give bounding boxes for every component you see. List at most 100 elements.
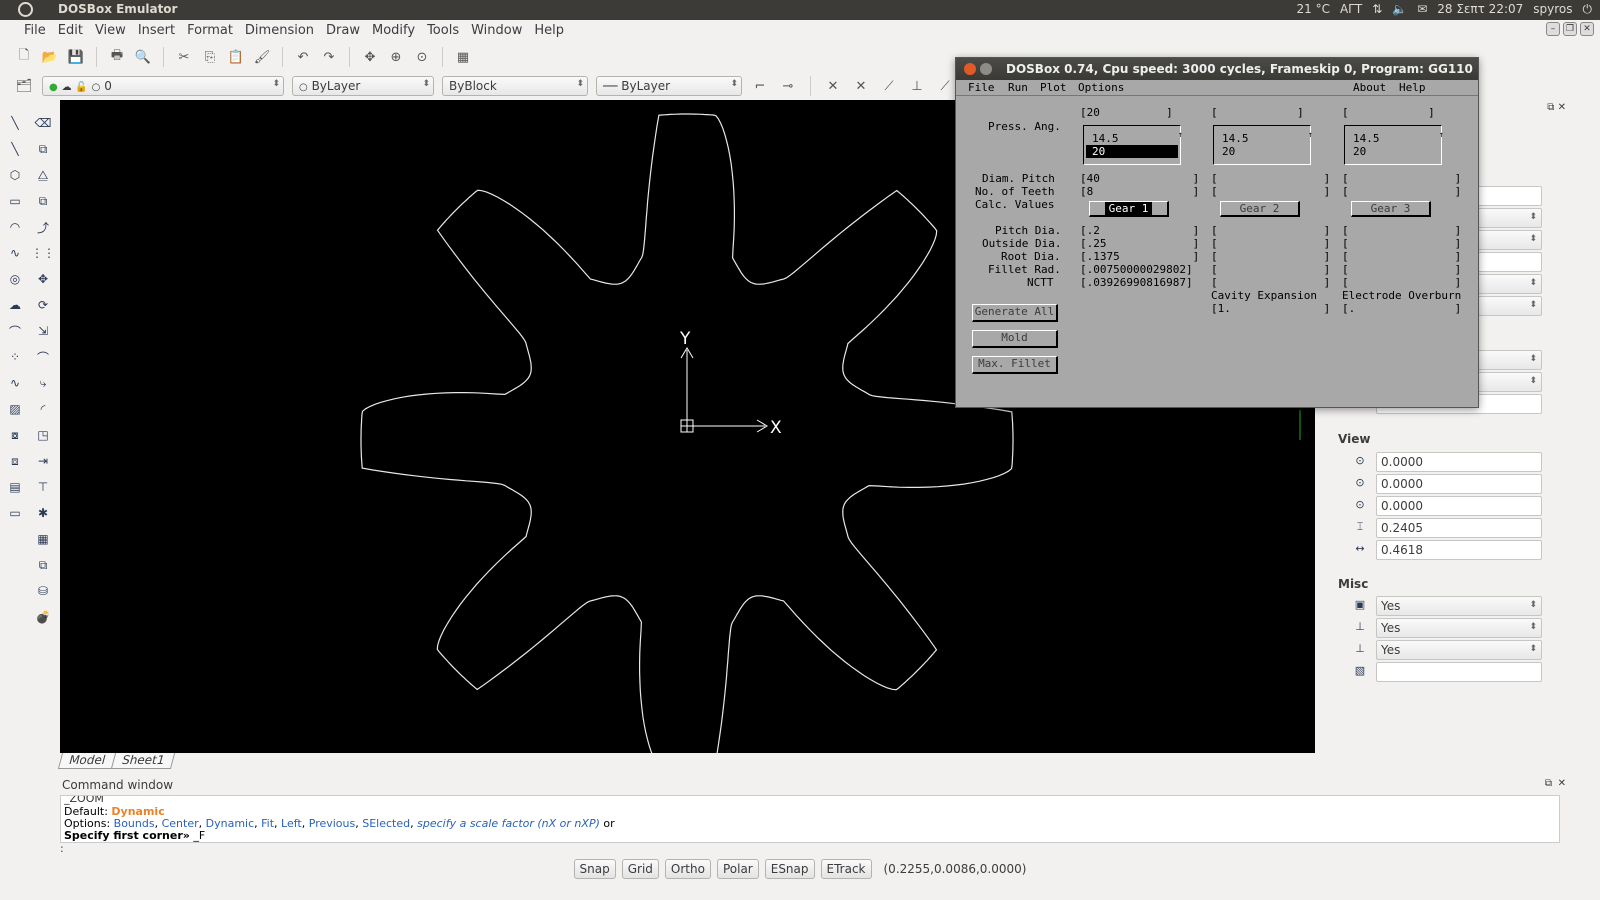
view-center-y-field[interactable]: 0.0000 [1376, 474, 1542, 494]
menu-dimension[interactable]: Dimension [239, 20, 320, 42]
option-previous-link[interactable]: Previous [309, 817, 356, 830]
gear2-nctt-field[interactable]: [ ] [1211, 276, 1330, 289]
gear1-teeth-field[interactable]: [8 ] [1080, 185, 1199, 198]
view-height-field[interactable]: 0.2405 [1376, 518, 1542, 538]
spline-tool-icon[interactable]: ∿ [6, 244, 24, 262]
gear3-pitch-dia-field[interactable]: [ ] [1342, 224, 1461, 237]
menu-window[interactable]: Window [465, 20, 528, 42]
array-path-tool-icon[interactable]: ⤴ [34, 218, 52, 236]
gear3-angle-list[interactable]: 14.5 20 ↑ [1344, 125, 1444, 165]
match-properties-icon[interactable]: 🖌 [252, 47, 272, 67]
gear1-root-dia-field[interactable]: [.1375 ] [1080, 250, 1199, 263]
gear2-fillet-rad-field[interactable]: [ ] [1211, 263, 1330, 276]
menu-insert[interactable]: Insert [132, 20, 181, 42]
snap-perpendicular-icon[interactable]: ⊥ [907, 76, 927, 96]
properties-tool-icon[interactable]: ⧉ [34, 556, 52, 574]
menu-edit[interactable]: Edit [52, 20, 89, 42]
snap-endpoint-icon[interactable]: ⌐ [750, 76, 770, 96]
arc-tool-icon[interactable]: ◠ [6, 218, 24, 236]
mold-button[interactable]: Mold [972, 330, 1058, 348]
stretch-tool-icon[interactable]: ⌒ [34, 348, 52, 366]
clock-text[interactable]: 28 Σεπτ 22:07 [1437, 2, 1523, 17]
chamfer-tool-icon[interactable]: ◳ [34, 426, 52, 444]
gear3-scroll-icon[interactable]: ↑ [1439, 130, 1444, 139]
mtext-tool-icon[interactable]: ▭ [6, 504, 24, 522]
network-icon[interactable]: ⇅ [1372, 2, 1382, 17]
new-file-icon[interactable]: 🗋 [14, 47, 34, 67]
gear2-angle-option-2[interactable]: 20 [1222, 145, 1235, 158]
lineweight-combo[interactable]: ── ByLayer [596, 76, 742, 96]
explode-tool-icon[interactable]: ✱ [34, 504, 52, 522]
circle-tool-icon[interactable]: ◎ [6, 270, 24, 288]
ubuntu-logo-icon[interactable] [18, 2, 33, 17]
polar-toggle[interactable]: Polar [716, 859, 759, 879]
paste-icon[interactable]: 📋 [226, 47, 246, 67]
gear2-press-ang-field[interactable]: [ ] [1211, 106, 1304, 119]
menu-modify[interactable]: Modify [366, 20, 421, 42]
zoom-realtime-icon[interactable]: ⊕ [386, 47, 406, 67]
gear1-pitch-dia-field[interactable]: [.2 ] [1080, 224, 1199, 237]
dos-menu-options[interactable]: Options [1078, 81, 1124, 94]
gear1-button[interactable]: Gear 1 [1089, 201, 1169, 217]
gear3-press-ang-field[interactable]: [ ] [1342, 106, 1435, 119]
gear1-fillet-rad-field[interactable]: [.00750000029802] [1080, 263, 1193, 276]
dos-menu-about[interactable]: About [1353, 81, 1386, 94]
gear3-outside-dia-field[interactable]: [ ] [1342, 237, 1461, 250]
print-preview-icon[interactable]: 🔍 [133, 47, 153, 67]
draworder-tool-icon[interactable]: ▦ [34, 530, 52, 548]
tab-sheet1[interactable]: Sheet1 [110, 753, 176, 769]
gear1-scroll-icon[interactable]: ↑ [1178, 130, 1183, 139]
color-combo[interactable]: ○ ByLayer [292, 76, 434, 96]
gear2-scroll-icon[interactable]: ↑ [1308, 130, 1313, 139]
polygon-tool-icon[interactable]: ⬡ [6, 166, 24, 184]
layer-manager-icon[interactable]: 🗂 [14, 76, 34, 96]
misc-select-1[interactable]: Yes [1376, 596, 1542, 616]
menu-file[interactable]: File [18, 20, 52, 42]
menu-help[interactable]: Help [528, 20, 570, 42]
gear3-nctt-field[interactable]: [ ] [1342, 276, 1461, 289]
power-icon[interactable]: ⏻ [1583, 2, 1593, 17]
dosbox-minimize-icon[interactable] [980, 63, 992, 75]
etrack-toggle[interactable]: ETrack [820, 859, 872, 879]
mail-icon[interactable]: ✉ [1417, 2, 1427, 17]
gear1-outside-dia-field[interactable]: [.25 ] [1080, 237, 1199, 250]
xline-tool-icon[interactable]: ╲ [6, 140, 24, 158]
hatch-tool-icon[interactable]: ▨ [6, 400, 24, 418]
ellipse-arc-tool-icon[interactable]: ⌒ [6, 322, 24, 340]
mirror-tool-icon[interactable]: ⧋ [34, 166, 52, 184]
view-width-field[interactable]: 0.4618 [1376, 540, 1542, 560]
zoom-window-icon[interactable]: ⊙ [412, 47, 432, 67]
dos-menu-file[interactable]: File [968, 81, 995, 94]
save-icon[interactable]: 💾 [66, 47, 86, 67]
snap-extension-icon[interactable]: ⟋ [879, 76, 899, 96]
layer-tool-icon[interactable]: ⛁ [34, 582, 52, 600]
gear3-button[interactable]: Gear 3 [1351, 201, 1431, 217]
print-icon[interactable]: 🖶 [107, 47, 127, 67]
menu-format[interactable]: Format [181, 20, 239, 42]
trim-tool-icon[interactable]: ⤷ [34, 374, 52, 392]
gear3-diam-pitch-field[interactable]: [ ] [1342, 172, 1461, 185]
linetype-combo[interactable]: ByBlock [442, 76, 588, 96]
polyline-tool-icon[interactable]: ∿ [6, 374, 24, 392]
ortho-toggle[interactable]: Ortho [664, 859, 711, 879]
fillet-tool-icon[interactable]: ◜ [34, 400, 52, 418]
tab-model[interactable]: Model [57, 753, 117, 769]
weather-text[interactable]: 21 °C [1296, 2, 1329, 17]
misc-select-2[interactable]: Yes [1376, 618, 1542, 638]
restore-icon[interactable]: ❐ [1563, 22, 1577, 36]
user-name[interactable]: spyros [1533, 2, 1572, 17]
snap-apparent-intersection-icon[interactable]: ✕ [851, 76, 871, 96]
dos-menu-plot[interactable]: Plot [1040, 81, 1067, 94]
gear1-angle-list[interactable]: 14.5 20 ↑ [1083, 125, 1183, 165]
command-close-icon[interactable]: ✕ [1558, 778, 1566, 789]
gear2-angle-list[interactable]: 14.5 20 ↑ [1213, 125, 1313, 165]
menu-tools[interactable]: Tools [421, 20, 465, 42]
bomb-tool-icon[interactable]: 💣 [34, 608, 52, 626]
layer-combo[interactable]: ● ☁ 🔓 ○ 0 [42, 76, 284, 96]
gear1-angle-option-2[interactable]: 20 [1086, 145, 1178, 158]
misc-field-4[interactable] [1376, 662, 1542, 682]
break-tool-icon[interactable]: ⊤ [34, 478, 52, 496]
view-center-x-field[interactable]: 0.0000 [1376, 452, 1542, 472]
rotate-tool-icon[interactable]: ⟳ [34, 296, 52, 314]
join-tool-icon[interactable]: ⇥ [34, 452, 52, 470]
